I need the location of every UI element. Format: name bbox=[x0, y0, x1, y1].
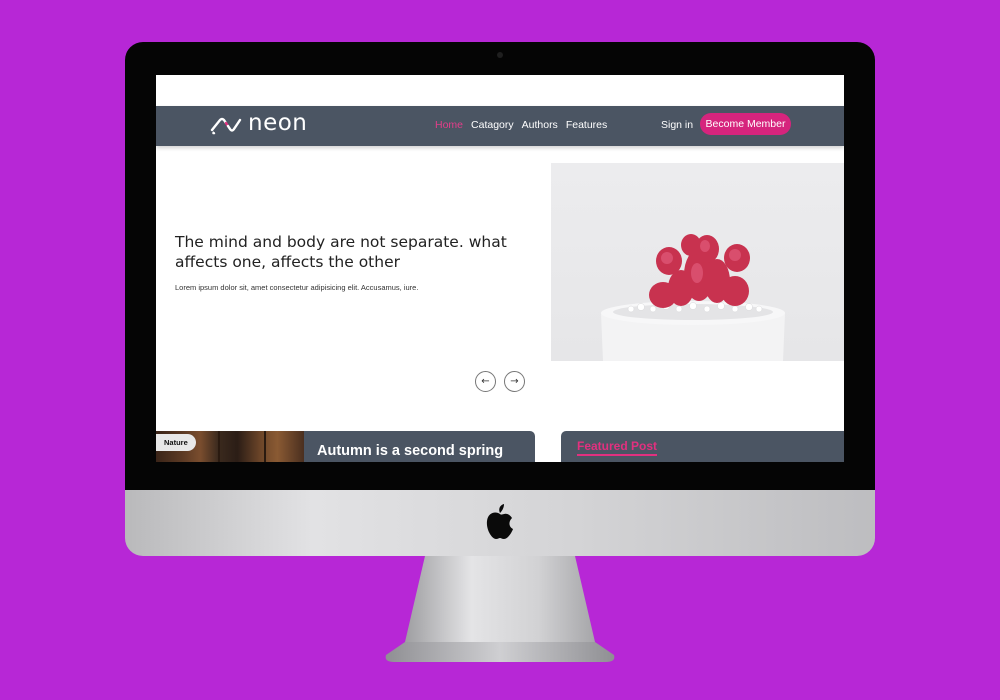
screen: neon Home Catagory Authors Features Sign… bbox=[156, 75, 844, 462]
carousel-prev-button[interactable]: ← bbox=[475, 371, 496, 392]
cactus-illustration bbox=[601, 234, 785, 361]
nav-link-home[interactable]: Home bbox=[435, 119, 463, 131]
sign-in-link[interactable]: Sign in bbox=[661, 119, 693, 131]
hero-subtitle: Lorem ipsum dolor sit, amet consectetur … bbox=[175, 283, 419, 292]
neon-logo-icon bbox=[210, 117, 242, 135]
featured-post-card: Featured Post bbox=[561, 431, 844, 462]
arrow-right-icon: → bbox=[510, 376, 519, 387]
nav-links: Home Catagory Authors Features bbox=[435, 119, 607, 131]
category-badge[interactable]: Nature bbox=[156, 434, 196, 451]
featured-post-heading: Featured Post bbox=[577, 439, 658, 456]
brand-logo-text[interactable]: neon bbox=[248, 110, 307, 136]
become-member-button[interactable]: Become Member bbox=[700, 113, 791, 135]
webcam-dot bbox=[497, 52, 503, 58]
nav-link-authors[interactable]: Authors bbox=[522, 119, 558, 131]
thumbnail-detail bbox=[218, 431, 220, 462]
carousel-next-button[interactable]: → bbox=[504, 371, 525, 392]
post-card[interactable]: Nature Autumn is a second spring bbox=[156, 431, 535, 462]
apple-logo-icon bbox=[486, 504, 513, 539]
arrow-left-icon: ← bbox=[481, 376, 490, 387]
post-title[interactable]: Autumn is a second spring bbox=[317, 443, 503, 459]
hero-title: The mind and body are not separate. what… bbox=[175, 233, 507, 271]
nav-link-category[interactable]: Catagory bbox=[471, 119, 514, 131]
top-navbar: neon Home Catagory Authors Features Sign… bbox=[156, 106, 844, 146]
thumbnail-detail bbox=[264, 431, 266, 462]
nav-link-features[interactable]: Features bbox=[566, 119, 607, 131]
cactus-pot-image bbox=[551, 163, 844, 361]
